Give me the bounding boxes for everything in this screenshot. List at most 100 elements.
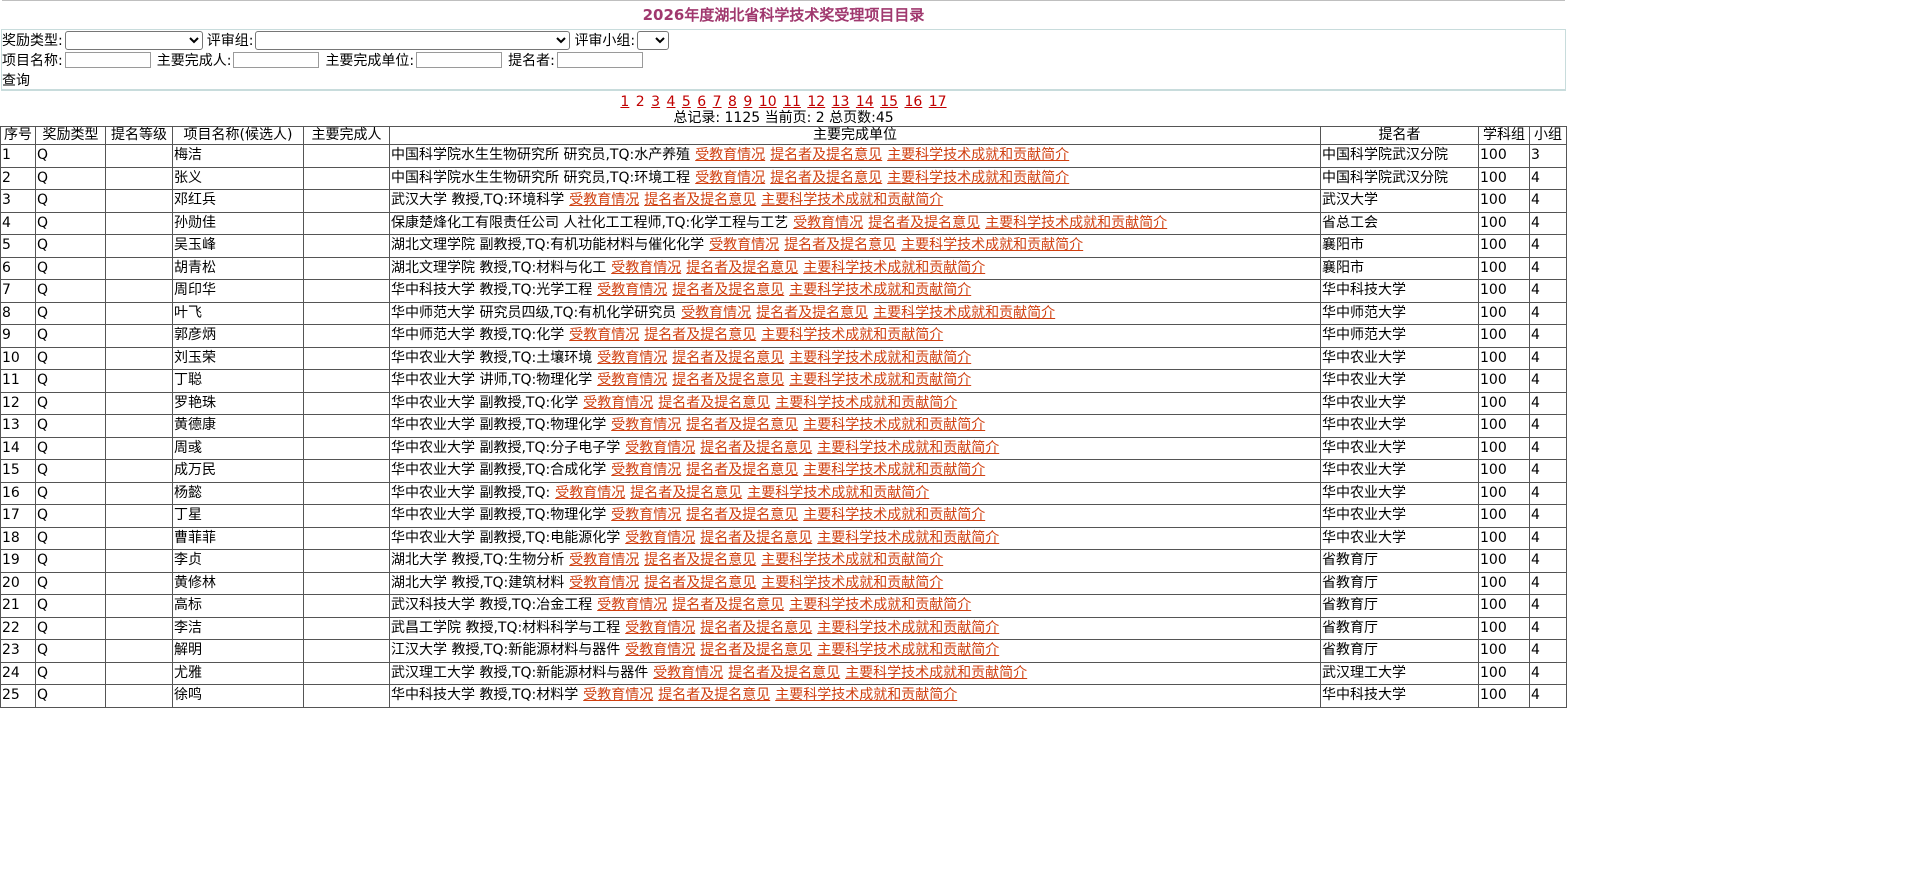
achievement-summary-link[interactable]: 主要科学技术成就和贡献简介 [747, 485, 929, 501]
award-type-select[interactable] [64, 30, 203, 50]
education-link[interactable]: 受教育情况 [597, 350, 667, 366]
achievement-summary-link[interactable]: 主要科学技术成就和贡献简介 [803, 417, 985, 433]
education-link[interactable]: 受教育情况 [583, 687, 653, 703]
nominator-input[interactable] [556, 52, 643, 68]
education-link[interactable]: 受教育情况 [569, 327, 639, 343]
achievement-summary-link[interactable]: 主要科学技术成就和贡献简介 [775, 687, 957, 703]
achievement-summary-link[interactable]: 主要科学技术成就和贡献简介 [901, 237, 1083, 253]
page-link-9[interactable]: 9 [743, 94, 752, 110]
achievement-summary-link[interactable]: 主要科学技术成就和贡献简介 [817, 620, 999, 636]
page-link-7[interactable]: 7 [713, 94, 722, 110]
page-link-1[interactable]: 1 [620, 94, 629, 110]
education-link[interactable]: 受教育情况 [625, 440, 695, 456]
page-link-10[interactable]: 10 [759, 94, 777, 110]
page-link-8[interactable]: 8 [728, 94, 737, 110]
education-link[interactable]: 受教育情况 [681, 305, 751, 321]
education-link[interactable]: 受教育情况 [625, 620, 695, 636]
achievement-summary-link[interactable]: 主要科学技术成就和贡献简介 [789, 350, 971, 366]
nomination-opinion-link[interactable]: 提名者及提名意见 [644, 327, 756, 343]
review-subgroup-select[interactable] [637, 30, 670, 50]
achievement-summary-link[interactable]: 主要科学技术成就和贡献简介 [887, 170, 1069, 186]
nomination-opinion-link[interactable]: 提名者及提名意见 [658, 395, 770, 411]
nomination-opinion-link[interactable]: 提名者及提名意见 [630, 485, 742, 501]
nomination-opinion-link[interactable]: 提名者及提名意见 [784, 237, 896, 253]
achievement-summary-link[interactable]: 主要科学技术成就和贡献简介 [873, 305, 1055, 321]
achievement-summary-link[interactable]: 主要科学技术成就和贡献简介 [761, 192, 943, 208]
achievement-summary-link[interactable]: 主要科学技术成就和贡献简介 [817, 642, 999, 658]
education-link[interactable]: 受教育情况 [695, 170, 765, 186]
education-link[interactable]: 受教育情况 [793, 215, 863, 231]
achievement-summary-link[interactable]: 主要科学技术成就和贡献简介 [761, 552, 943, 568]
achievement-summary-link[interactable]: 主要科学技术成就和贡献简介 [803, 260, 985, 276]
achievement-summary-link[interactable]: 主要科学技术成就和贡献简介 [775, 395, 957, 411]
education-link[interactable]: 受教育情况 [611, 260, 681, 276]
main-person-input[interactable] [233, 52, 320, 68]
page-link-16[interactable]: 16 [904, 94, 922, 110]
nomination-opinion-link[interactable]: 提名者及提名意见 [686, 462, 798, 478]
page-link-3[interactable]: 3 [651, 94, 660, 110]
page-link-4[interactable]: 4 [667, 94, 676, 110]
education-link[interactable]: 受教育情况 [569, 552, 639, 568]
achievement-summary-link[interactable]: 主要科学技术成就和贡献简介 [803, 462, 985, 478]
nomination-opinion-link[interactable]: 提名者及提名意见 [686, 260, 798, 276]
nomination-opinion-link[interactable]: 提名者及提名意见 [672, 350, 784, 366]
achievement-summary-link[interactable]: 主要科学技术成就和贡献简介 [985, 215, 1167, 231]
nomination-opinion-link[interactable]: 提名者及提名意见 [686, 507, 798, 523]
nomination-opinion-link[interactable]: 提名者及提名意见 [672, 282, 784, 298]
nomination-opinion-link[interactable]: 提名者及提名意见 [644, 575, 756, 591]
achievement-summary-link[interactable]: 主要科学技术成就和贡献简介 [803, 507, 985, 523]
education-link[interactable]: 受教育情况 [597, 282, 667, 298]
achievement-summary-link[interactable]: 主要科学技术成就和贡献简介 [789, 372, 971, 388]
nomination-opinion-link[interactable]: 提名者及提名意见 [644, 192, 756, 208]
achievement-summary-link[interactable]: 主要科学技术成就和贡献简介 [761, 327, 943, 343]
level-cell [105, 369, 173, 393]
nomination-opinion-link[interactable]: 提名者及提名意见 [658, 687, 770, 703]
nomination-opinion-link[interactable]: 提名者及提名意见 [644, 552, 756, 568]
page-link-11[interactable]: 11 [783, 94, 801, 110]
nomination-opinion-link[interactable]: 提名者及提名意见 [700, 642, 812, 658]
education-link[interactable]: 受教育情况 [597, 372, 667, 388]
education-link[interactable]: 受教育情况 [583, 395, 653, 411]
education-link[interactable]: 受教育情况 [611, 507, 681, 523]
education-link[interactable]: 受教育情况 [695, 147, 765, 163]
page-link-15[interactable]: 15 [880, 94, 898, 110]
achievement-summary-link[interactable]: 主要科学技术成就和贡献简介 [817, 440, 999, 456]
education-link[interactable]: 受教育情况 [611, 462, 681, 478]
nomination-opinion-link[interactable]: 提名者及提名意见 [700, 530, 812, 546]
nomination-opinion-link[interactable]: 提名者及提名意见 [868, 215, 980, 231]
nomination-opinion-link[interactable]: 提名者及提名意见 [756, 305, 868, 321]
query-button[interactable]: 查询 [2, 70, 30, 90]
achievement-summary-link[interactable]: 主要科学技术成就和贡献简介 [845, 665, 1027, 681]
education-link[interactable]: 受教育情况 [653, 665, 723, 681]
achievement-summary-link[interactable]: 主要科学技术成就和贡献简介 [789, 282, 971, 298]
achievement-summary-link[interactable]: 主要科学技术成就和贡献简介 [817, 530, 999, 546]
nomination-opinion-link[interactable]: 提名者及提名意见 [770, 170, 882, 186]
page-link-6[interactable]: 6 [697, 94, 706, 110]
project-name-input[interactable] [64, 52, 151, 68]
page-link-5[interactable]: 5 [682, 94, 691, 110]
education-link[interactable]: 受教育情况 [625, 642, 695, 658]
education-link[interactable]: 受教育情况 [569, 575, 639, 591]
education-link[interactable]: 受教育情况 [555, 485, 625, 501]
education-link[interactable]: 受教育情况 [597, 597, 667, 613]
review-group-select[interactable] [255, 30, 571, 50]
education-link[interactable]: 受教育情况 [625, 530, 695, 546]
nomination-opinion-link[interactable]: 提名者及提名意见 [770, 147, 882, 163]
nomination-opinion-link[interactable]: 提名者及提名意见 [728, 665, 840, 681]
page-link-13[interactable]: 13 [832, 94, 850, 110]
achievement-summary-link[interactable]: 主要科学技术成就和贡献简介 [789, 597, 971, 613]
main-unit-input[interactable] [416, 52, 503, 68]
nomination-opinion-link[interactable]: 提名者及提名意见 [672, 372, 784, 388]
nomination-opinion-link[interactable]: 提名者及提名意见 [686, 417, 798, 433]
education-link[interactable]: 受教育情况 [569, 192, 639, 208]
page-link-12[interactable]: 12 [807, 94, 825, 110]
nomination-opinion-link[interactable]: 提名者及提名意见 [700, 440, 812, 456]
page-link-17[interactable]: 17 [929, 94, 947, 110]
education-link[interactable]: 受教育情况 [611, 417, 681, 433]
achievement-summary-link[interactable]: 主要科学技术成就和贡献简介 [887, 147, 1069, 163]
nomination-opinion-link[interactable]: 提名者及提名意见 [700, 620, 812, 636]
nomination-opinion-link[interactable]: 提名者及提名意见 [672, 597, 784, 613]
achievement-summary-link[interactable]: 主要科学技术成就和贡献简介 [761, 575, 943, 591]
education-link[interactable]: 受教育情况 [709, 237, 779, 253]
page-link-14[interactable]: 14 [856, 94, 874, 110]
